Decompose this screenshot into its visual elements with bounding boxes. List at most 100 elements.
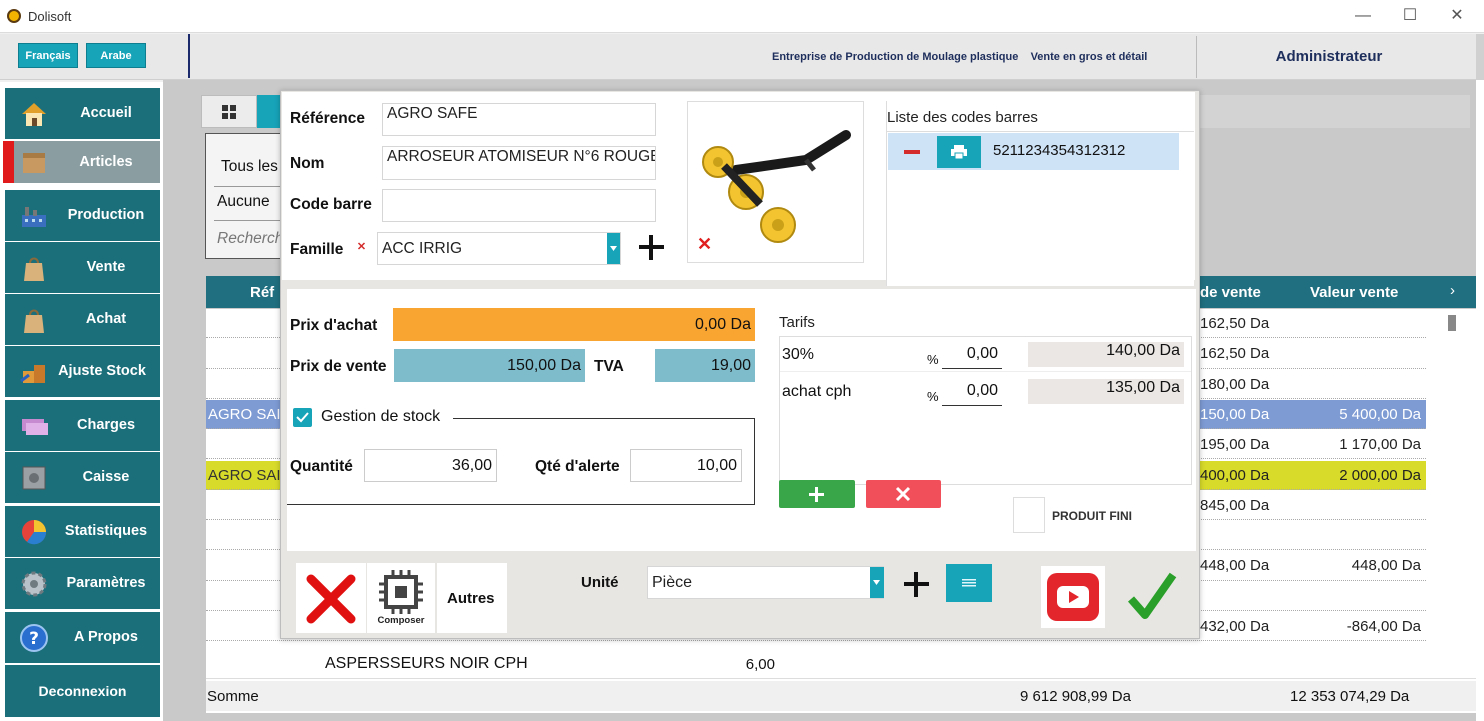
- unite-label: Unité: [581, 574, 619, 591]
- clear-famille-icon[interactable]: ✕: [356, 242, 367, 253]
- tarif-price-input[interactable]: 140,00 Da: [1028, 342, 1184, 367]
- maximize-button[interactable]: ☐: [1387, 4, 1433, 30]
- add-famille-icon[interactable]: [638, 234, 665, 261]
- famille-select[interactable]: ACC IRRIG: [377, 232, 621, 265]
- tva-input[interactable]: 19,00: [655, 349, 755, 382]
- code-barre-input[interactable]: [382, 189, 656, 222]
- nav-articles[interactable]: Articles: [3, 141, 160, 183]
- remove-barcode-icon[interactable]: [904, 150, 920, 154]
- stock-group-top: [453, 418, 755, 419]
- delete-tarif-button[interactable]: [866, 480, 941, 508]
- famille-label: Famille: [290, 241, 344, 258]
- quantite-input[interactable]: 36,00: [364, 449, 497, 482]
- composer-button[interactable]: Composer: [367, 563, 435, 633]
- stock-checkbox[interactable]: [293, 408, 312, 427]
- add-tarif-button[interactable]: [779, 480, 855, 508]
- youtube-icon: [1047, 573, 1099, 621]
- alerte-input[interactable]: 10,00: [630, 449, 742, 482]
- filter-line: [214, 186, 286, 187]
- lang-arabic-button[interactable]: Arabe: [86, 43, 146, 68]
- row-valeur-vente: 448,00 Da: [1351, 557, 1421, 575]
- nav-label: Achat: [85, 311, 127, 327]
- tarif-price-input[interactable]: 135,00 Da: [1028, 379, 1184, 404]
- window-title: Dolisoft: [28, 9, 72, 24]
- autres-button[interactable]: Autres: [437, 563, 507, 633]
- nav-production[interactable]: Production: [5, 190, 160, 241]
- delete-article-button[interactable]: [296, 563, 366, 633]
- tarif-pct-input[interactable]: 0,00: [942, 382, 1002, 406]
- header-divider-right: [1196, 36, 1197, 78]
- minimize-button[interactable]: —: [1340, 4, 1386, 30]
- lang-french-button[interactable]: Français: [18, 43, 78, 68]
- nav-achat[interactable]: Achat: [5, 294, 160, 345]
- nav-caisse[interactable]: Caisse: [5, 452, 160, 503]
- nav-parametres[interactable]: Paramètres: [5, 558, 160, 609]
- scrollbar-thumb[interactable]: [1448, 315, 1456, 331]
- tarifs-list: 30% % 0,00 140,00 Da achat cph % 0,00 13…: [779, 336, 1192, 485]
- nav-accueil[interactable]: Accueil: [5, 88, 160, 139]
- tarif-pct-sign: %: [927, 389, 939, 404]
- nav-statistiques[interactable]: Statistiques: [5, 506, 160, 557]
- add-unite-icon[interactable]: [903, 571, 930, 598]
- unite-select[interactable]: Pièce: [647, 566, 884, 599]
- filter-all[interactable]: Tous les: [221, 158, 278, 176]
- tarif-row[interactable]: achat cph % 0,00 135,00 Da: [780, 374, 1191, 410]
- remove-image-icon[interactable]: ✕: [697, 234, 712, 255]
- article-edit-dialog: Référence AGRO SAFE Nom ARROSEUR ATOMISE…: [280, 90, 1200, 639]
- list-view-button[interactable]: [257, 95, 281, 128]
- row-name: AGRO SAI: [208, 466, 281, 484]
- col-ref[interactable]: Réf: [250, 284, 274, 301]
- code-barre-label: Code barre: [290, 196, 372, 213]
- save-check-icon[interactable]: [1127, 569, 1177, 621]
- search-input[interactable]: Recherch: [217, 230, 283, 248]
- chevron-down-icon: [873, 580, 880, 585]
- quantite-label: Quantité: [290, 458, 353, 475]
- money-icon: [22, 419, 48, 435]
- sale-bag-icon: [24, 257, 44, 281]
- delete-icon: [306, 574, 356, 624]
- nom-input[interactable]: ARROSEUR ATOMISEUR N°6 ROUGE: [382, 146, 656, 180]
- col-prix-vente[interactable]: de vente: [1200, 284, 1261, 301]
- tarif-pct-input[interactable]: 0,00: [942, 345, 1002, 369]
- nav-ajuste-stock[interactable]: Ajuste Stock: [5, 346, 160, 397]
- autres-label: Autres: [447, 590, 495, 607]
- box-icon: [23, 153, 45, 173]
- prix-vente-input[interactable]: 150,00 Da: [394, 349, 585, 382]
- sum-row: Somme 9 612 908,99 Da 12 353 074,29 Da: [206, 681, 1476, 711]
- famille-dropdown-arrow[interactable]: [607, 233, 620, 264]
- barcode-row[interactable]: 5211234354312312: [888, 133, 1179, 170]
- nav-charges[interactable]: Charges: [5, 400, 160, 451]
- grid-view-button[interactable]: [201, 95, 257, 128]
- chip-icon: [379, 570, 423, 614]
- unite-dropdown-arrow[interactable]: [870, 567, 884, 598]
- youtube-button[interactable]: [1041, 566, 1105, 628]
- row-prix-vente: 195,00 Da: [1200, 436, 1270, 454]
- product-image[interactable]: ✕: [687, 101, 864, 263]
- tarifs-title: Tarifs: [779, 314, 815, 331]
- print-barcode-button[interactable]: [937, 136, 981, 168]
- tva-label: TVA: [594, 358, 624, 375]
- col-valeur-vente[interactable]: Valeur vente: [1310, 284, 1398, 301]
- nav-vente[interactable]: Vente: [5, 242, 160, 293]
- divider: [887, 131, 1194, 132]
- unite-list-button[interactable]: [946, 564, 992, 602]
- prix-achat-label: Prix d'achat: [290, 317, 378, 334]
- nav-label: Production: [67, 207, 145, 223]
- reference-label: Référence: [290, 110, 365, 127]
- nav-a-propos[interactable]: ? A Propos: [5, 612, 160, 663]
- row-name: AGRO SAI: [208, 405, 281, 423]
- close-window-button[interactable]: ✕: [1434, 4, 1480, 30]
- reference-input[interactable]: AGRO SAFE: [382, 103, 656, 136]
- row-prix-vente: 180,00 Da: [1200, 375, 1270, 393]
- row-prix-vente: 150,00 Da: [1200, 405, 1270, 423]
- tarif-row[interactable]: 30% % 0,00 140,00 Da: [780, 337, 1191, 372]
- nav-label: Articles: [79, 154, 133, 170]
- table-row[interactable]: ASPERSSEURS NOIR CPH 6,00: [206, 649, 1476, 679]
- sum-label: Somme: [207, 688, 259, 705]
- scroll-right-icon[interactable]: ›: [1450, 282, 1455, 299]
- produit-fini-checkbox[interactable]: [1013, 497, 1045, 533]
- filter-none[interactable]: Aucune: [217, 193, 270, 211]
- tarif-name: 30%: [782, 346, 815, 363]
- logout-button[interactable]: Deconnexion: [5, 665, 160, 717]
- prix-achat-input[interactable]: 0,00 Da: [393, 308, 755, 341]
